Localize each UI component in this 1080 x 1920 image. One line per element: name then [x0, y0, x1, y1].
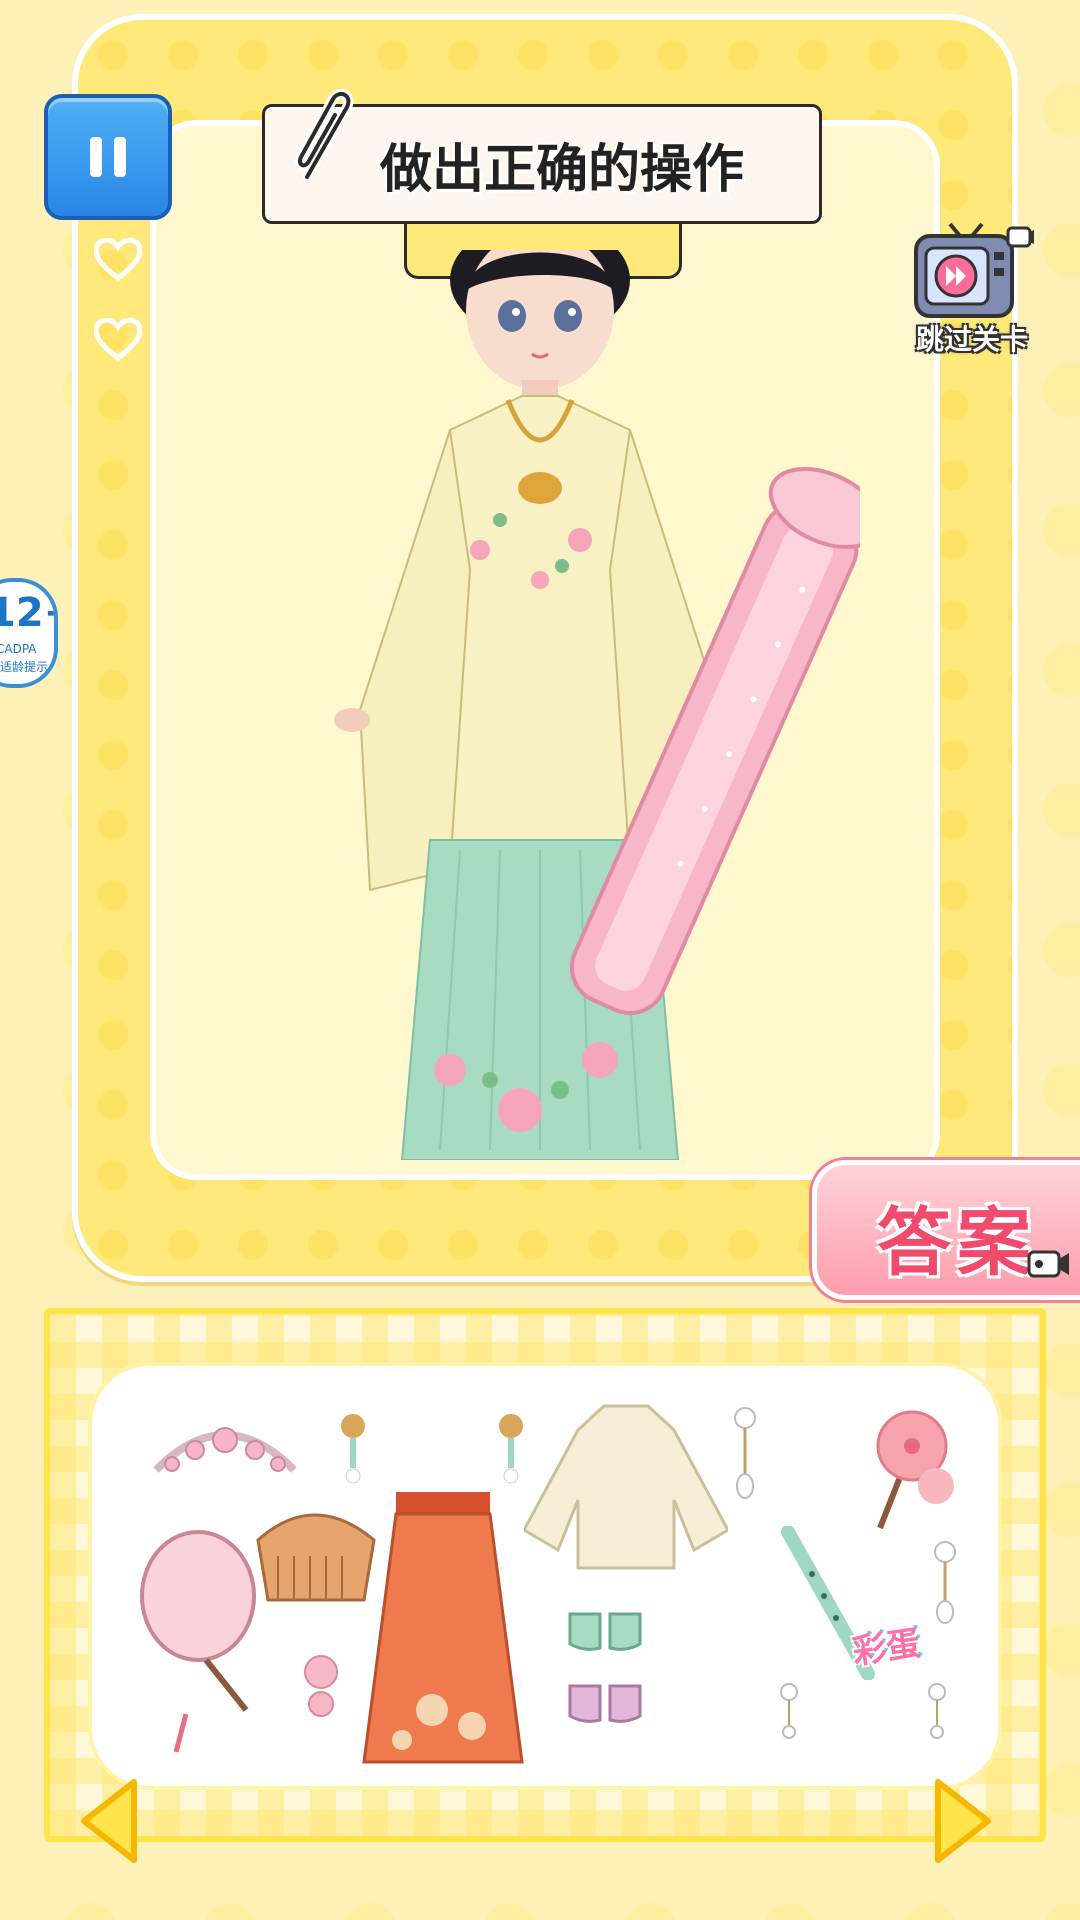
instruction-banner: 做出正确的操作	[262, 89, 822, 224]
earring-item[interactable]	[724, 1406, 766, 1502]
pink-shoes-item[interactable]	[566, 1676, 644, 1726]
earring-item[interactable]	[924, 1540, 966, 1626]
skirt-item[interactable]	[362, 1490, 524, 1766]
small-pendant-item[interactable]	[774, 1682, 804, 1740]
age-rating-tip: 适龄提示	[0, 660, 49, 674]
character-doll	[334, 250, 860, 1160]
comb-item[interactable]	[254, 1500, 378, 1608]
skip-level-label: 跳过关卡	[915, 323, 1028, 356]
age-rating-number: 12+	[0, 590, 54, 636]
peach-blossom-item[interactable]	[856, 1402, 956, 1532]
paperclip-icon	[295, 89, 354, 182]
hairpin-item[interactable]	[494, 1412, 528, 1486]
video-ad-icon	[1027, 1250, 1069, 1278]
answer-label: 答案	[877, 1200, 1037, 1286]
answer-button[interactable]: 答案	[812, 1160, 1080, 1300]
tv-skip-icon	[914, 222, 1034, 318]
age-rating-org: CADPA	[0, 642, 37, 656]
green-shoes-item[interactable]	[566, 1604, 644, 1654]
hairpin-item[interactable]	[336, 1412, 370, 1486]
jacket-item[interactable]	[524, 1400, 728, 1570]
previous-page-arrow-icon[interactable]	[76, 1776, 146, 1866]
pause-icon	[90, 137, 126, 177]
heart-icon	[94, 318, 142, 362]
banner-title: 做出正确的操作	[379, 139, 744, 200]
bonus-label: 彩蛋	[850, 1623, 923, 1673]
age-rating-badge: 12+ CADPA 适龄提示	[0, 578, 58, 688]
round-fan-item[interactable]	[136, 1524, 266, 1754]
next-page-arrow-icon[interactable]	[926, 1776, 996, 1866]
pause-button[interactable]	[44, 94, 172, 220]
flower-pendant-item[interactable]	[294, 1652, 348, 1722]
heart-icon	[94, 238, 142, 282]
skip-level-button[interactable]: 跳过关卡	[902, 222, 1042, 362]
tiara-item[interactable]	[150, 1410, 300, 1482]
small-pendant-item[interactable]	[922, 1682, 952, 1740]
